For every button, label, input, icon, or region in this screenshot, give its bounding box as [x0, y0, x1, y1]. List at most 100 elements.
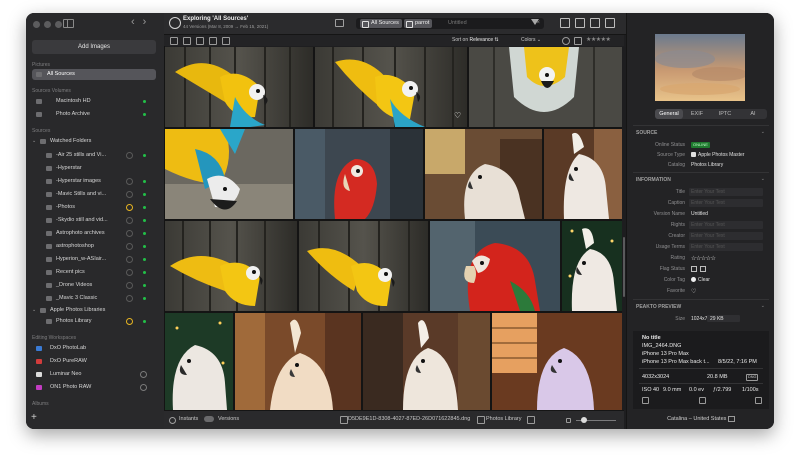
sidebar-item-watched-folder[interactable]: -Skydio still and vid...	[32, 215, 156, 226]
sidebar-item-dxo-photolab[interactable]: DxO PhotoLab	[32, 343, 156, 354]
add-source-button[interactable]: +	[31, 412, 37, 423]
sidebar-item-watched-folder[interactable]: _Mavic 3 Classic	[32, 293, 156, 304]
photo-thumbnail[interactable]	[295, 129, 423, 219]
rating-stars[interactable]: ☆☆☆☆☆	[691, 255, 716, 262]
sidebar-item-on1-photo-raw[interactable]: ON1 Photo RAW	[32, 382, 156, 393]
color-tag-value[interactable]: Clear	[691, 277, 710, 283]
sidebar-item-watched-folder[interactable]: -Hyperstar	[32, 163, 156, 174]
settings-sliders-icon[interactable]	[560, 18, 570, 28]
minimize-window-button[interactable]	[44, 21, 51, 28]
add-circle-icon[interactable]	[140, 371, 147, 378]
sidebar-item-apple-photos-libraries[interactable]: ⌄ Apple Photos Libraries	[32, 305, 156, 316]
favorite-heart-icon[interactable]: ♡	[691, 288, 696, 295]
scrollbar-thumb[interactable]	[623, 237, 625, 297]
chevron-down-icon[interactable]: ⌄	[32, 305, 36, 316]
tag-icon[interactable]	[196, 37, 204, 45]
hierarchy-icon[interactable]	[170, 37, 178, 45]
version-name-value[interactable]: Untitled	[691, 211, 708, 217]
usage-terms-input[interactable]: Enter Your Text	[689, 243, 763, 251]
sidebar-toggle-icon[interactable]	[63, 19, 74, 28]
rights-input[interactable]: Enter Your Text	[689, 221, 763, 229]
sidebar-item-photo-archive[interactable]: Photo Archive	[32, 109, 156, 120]
tab-general[interactable]: General	[655, 109, 683, 119]
reject-flag-icon[interactable]	[700, 266, 706, 272]
album-icon[interactable]	[183, 37, 191, 45]
flag-icon[interactable]	[691, 266, 697, 272]
photo-thumbnail[interactable]	[425, 129, 542, 219]
single-view-icon[interactable]	[590, 18, 600, 28]
chevron-down-icon[interactable]: ⌄	[761, 176, 765, 182]
sidebar-item-watched-folder[interactable]: Hyperion_w-ASIair...	[32, 254, 156, 265]
instants-radio[interactable]	[169, 417, 176, 424]
back-chevron-icon[interactable]: ‹	[131, 16, 143, 28]
sidebar-item-watched-folder[interactable]: -Hyperstar images	[32, 176, 156, 187]
map-icon[interactable]	[727, 415, 735, 422]
sidebar-item-photos-library[interactable]: Photos Library	[32, 316, 156, 327]
search-field[interactable]: All Sources parrot Untitled ×	[356, 18, 544, 29]
sidebar-item-dxo-pureraw[interactable]: DxO PureRAW	[32, 356, 156, 367]
sidebar-item-watched-folders[interactable]: ⌄ Watched Folders	[32, 136, 156, 147]
thumbnail-size-slider[interactable]	[576, 417, 616, 423]
photo-thumbnail[interactable]	[165, 129, 293, 219]
sidebar-item-watched-folder[interactable]: _Drone Videos	[32, 280, 156, 291]
versions-toggle[interactable]	[204, 416, 214, 422]
sidebar-item-all-sources[interactable]: All Sources	[32, 69, 156, 80]
sidebar-item-luminar-neo[interactable]: Luminar Neo	[32, 369, 156, 380]
filter-icon[interactable]	[531, 19, 539, 25]
sidebar-item-watched-folder[interactable]: -Mavic Stills and vi...	[32, 189, 156, 200]
sort-value[interactable]: Relevance ⇅	[470, 37, 499, 43]
sync-status-icon	[126, 282, 133, 289]
photo-thumbnail[interactable]	[544, 129, 622, 219]
info-icon[interactable]	[755, 397, 762, 404]
chat-icon[interactable]	[335, 19, 344, 27]
rating-filter-stars[interactable]: ★★★★★	[586, 36, 611, 43]
sidebar-item-watched-folder[interactable]: -Photos	[32, 202, 156, 213]
chevron-down-icon[interactable]: ⌄	[761, 129, 765, 135]
favorite-heart-icon[interactable]: ♡	[454, 111, 461, 120]
tab-exif[interactable]: EXIF	[683, 109, 711, 119]
add-images-button[interactable]: Add Images	[32, 40, 156, 54]
chevron-down-icon[interactable]: ⌄	[32, 136, 36, 147]
photo-thumbnail[interactable]	[363, 313, 490, 410]
grid-view-icon[interactable]	[575, 18, 585, 28]
zoom-window-button[interactable]	[55, 21, 62, 28]
sidebar-item-watched-folder[interactable]: Astrophoto archives	[32, 228, 156, 239]
photo-thumbnail[interactable]	[165, 221, 297, 311]
photo-thumbnail[interactable]	[469, 47, 622, 127]
creator-input[interactable]: Enter Your Text	[689, 232, 763, 240]
colors-dropdown[interactable]: Colors ⌄	[521, 37, 541, 43]
search-input[interactable]: Untitled	[448, 19, 467, 28]
photo-thumbnail[interactable]	[165, 313, 233, 410]
chevron-down-icon[interactable]: ⌄	[761, 303, 765, 309]
heart-icon[interactable]	[562, 37, 570, 45]
photo-thumbnail[interactable]	[165, 47, 313, 127]
map-view-icon[interactable]	[605, 18, 615, 28]
title-input[interactable]: Enter Your Text	[689, 188, 763, 196]
search-token-parrot[interactable]: parrot	[404, 19, 433, 28]
map-icon[interactable]	[527, 416, 535, 424]
photo-thumbnail[interactable]	[430, 221, 560, 311]
slider-knob[interactable]	[581, 417, 587, 423]
caption-icon[interactable]	[222, 37, 230, 45]
sidebar-item-watched-folder[interactable]: astrophotoshop	[32, 241, 156, 252]
close-window-button[interactable]	[33, 21, 40, 28]
sidebar-item-macintosh-hd[interactable]: Macintosh HD	[32, 96, 156, 107]
photo-thumbnail[interactable]	[492, 313, 622, 410]
sort-control[interactable]: Sort on Relevance ⇅	[452, 37, 499, 43]
calendar-icon[interactable]	[642, 397, 649, 404]
flag-icon[interactable]	[574, 37, 582, 45]
photo-thumbnail[interactable]	[299, 221, 428, 311]
sidebar-item-watched-folder[interactable]: Recent pics	[32, 267, 156, 278]
share-icon[interactable]	[699, 397, 706, 404]
photo-thumbnail[interactable]	[235, 313, 361, 410]
search-token-all-sources[interactable]: All Sources	[360, 19, 402, 28]
face-icon[interactable]	[209, 37, 217, 45]
caption-input[interactable]: Enter Your Text	[689, 199, 763, 207]
sidebar-item-watched-folder[interactable]: -Air 25 stills and Vi...	[32, 150, 156, 161]
add-circle-icon[interactable]	[140, 384, 147, 391]
tab-iptc[interactable]: IPTC	[711, 109, 739, 119]
photo-thumbnail[interactable]	[562, 221, 622, 311]
photo-thumbnail[interactable]	[315, 47, 467, 127]
tab-ai[interactable]: AI	[739, 109, 767, 119]
forward-chevron-icon[interactable]: ›	[143, 16, 155, 28]
